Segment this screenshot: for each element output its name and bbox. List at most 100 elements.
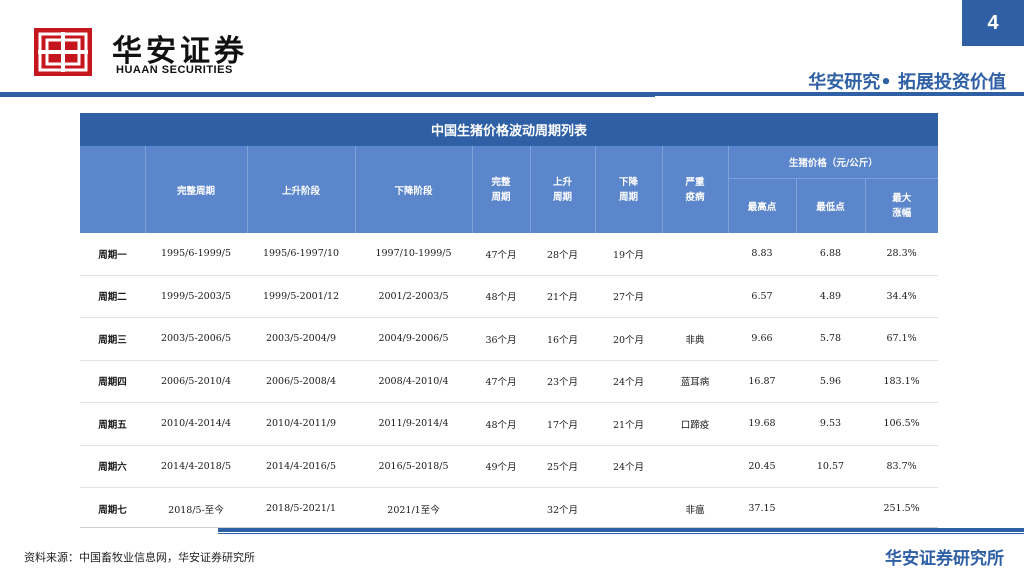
header-rise-period: 上升周期	[530, 146, 596, 233]
cell-rise-m: 17个月	[530, 402, 595, 446]
cell-full-m: 48个月	[472, 402, 530, 446]
cell-fall: 2008/4-2010/4	[355, 360, 472, 403]
cell-gain: 251.5%	[883, 503, 920, 515]
cell-fall-m	[595, 488, 662, 530]
cell-low: 10.57	[796, 445, 865, 488]
cell-fall-m: 24个月	[595, 360, 662, 403]
footer-brand: 华安证券研究所	[885, 549, 1004, 569]
cell-rise-m: 21个月	[530, 275, 595, 318]
cell-gain: 28.3%	[865, 233, 939, 276]
cell-fall: 2016/5-2018/5	[355, 445, 472, 488]
cell-fall-m: 19个月	[595, 233, 662, 276]
cell-disease: 非典	[662, 317, 728, 361]
cell-high: 9.66	[728, 317, 796, 361]
cell-full: 1995/6-1999/5	[145, 233, 247, 276]
cell-cycle: 周期五	[80, 402, 145, 446]
page-number: 4	[962, 0, 1024, 46]
cell-full: 2006/5-2010/4	[145, 360, 247, 403]
table-row: 周期五 2010/4-2014/4 2010/4-2011/9 2011/9-2014…	[80, 402, 939, 446]
cell-low: 6.88	[796, 233, 865, 276]
cell-rise: 2014/4-2016/5	[247, 445, 355, 488]
cell-cycle: 周期二	[80, 275, 145, 318]
cell-fall-m: 20个月	[595, 317, 662, 361]
cell-full: 2014/4-2018/5	[145, 445, 247, 488]
cell-low	[796, 488, 865, 530]
cell-disease	[662, 233, 728, 276]
cell-disease	[662, 445, 728, 488]
cell-fall: 1997/10-1999/5	[355, 233, 472, 276]
cell-gain: 67.1%	[865, 317, 939, 361]
cell-full-m: 49个月	[472, 445, 530, 488]
pig-price-cycle-table: 中国生猪价格波动周期列表 完整周期 上升阶段 下降阶段 完整周期 上升周期 下降…	[80, 113, 939, 530]
cell-cycle: 周期六	[80, 445, 145, 488]
cell-full: 2003/5-2006/5	[145, 317, 247, 361]
cell-high: 19.68	[728, 402, 796, 446]
cell-high: 16.87	[728, 360, 796, 403]
cell-rise-m: 28个月	[530, 233, 595, 276]
header-divider-thin	[0, 96, 655, 97]
cell-full-m: 36个月	[472, 317, 530, 361]
cell-disease: 蓝耳病	[662, 360, 728, 403]
header-fall-period: 下降周期	[595, 146, 663, 233]
huaan-logo-icon	[34, 28, 92, 76]
cell-rise-m: 23个月	[530, 360, 595, 403]
cell-high: 8.83	[728, 233, 796, 276]
cell-fall: 2004/9-2006/5	[355, 317, 472, 361]
cell-rise: 2010/4-2011/9	[247, 402, 355, 446]
header-min-price: 最低点	[796, 178, 866, 233]
cell-full-m: 48个月	[472, 275, 530, 318]
footer-divider-thin	[218, 533, 1024, 534]
cell-gain: 106.5%	[865, 402, 939, 446]
cell-rise: 1995/6-1997/10	[247, 233, 355, 276]
cell-disease	[662, 275, 728, 318]
cell-low: 5.78	[796, 317, 865, 361]
header-disease: 严重疫病	[662, 146, 729, 233]
cell-low: 5.96	[796, 360, 865, 403]
table-row: 周期一 1995/6-1999/5 1995/6-1997/10 1997/10-19…	[80, 233, 939, 276]
table-row: 周期二 1999/5-2003/5 1999/5-2001/12 2001/2-200…	[80, 275, 939, 318]
table-row: 周期三 2003/5-2006/5 2003/5-2004/9 2004/9-2006…	[80, 317, 939, 361]
cell-high: 37.15	[748, 503, 776, 515]
cell-gain: 183.1%	[865, 360, 939, 403]
brand-name-en: HUAAN SECURITIES	[116, 64, 233, 76]
cell-cycle: 周期三	[80, 317, 145, 361]
cell-fall: 2021/1至今	[387, 504, 440, 516]
cell-full: 2010/4-2014/4	[145, 402, 247, 446]
table-title: 中国生猪价格波动周期列表	[80, 113, 939, 146]
cell-fall-m: 27个月	[595, 275, 662, 318]
cell-fall: 2011/9-2014/4	[355, 402, 472, 446]
header-price-group: 生猪价格（元/公斤）	[728, 146, 939, 179]
cell-cycle: 周期一	[80, 233, 145, 276]
cell-disease: 口蹄疫	[662, 402, 728, 446]
cell-full-m: 47个月	[472, 233, 530, 276]
footer-divider	[218, 528, 1024, 532]
cell-rise-m: 16个月	[530, 317, 595, 361]
cell-full-m	[472, 488, 530, 530]
cell-full: 1999/5-2003/5	[145, 275, 247, 318]
source-note: 资料来源：中国畜牧业信息网，华安证券研究所	[24, 551, 255, 564]
cell-fall-m: 24个月	[595, 445, 662, 488]
cell-cycle: 周期七	[98, 504, 127, 516]
cell-low: 9.53	[796, 402, 865, 446]
cell-gain: 34.4%	[865, 275, 939, 318]
cell-rise-m: 32个月	[546, 504, 579, 516]
header-full-cycle: 完整周期	[145, 146, 248, 233]
table-row: 周期六 2014/4-2018/5 2014/4-2016/5 2016/5-2018…	[80, 445, 939, 488]
cell-rise: 2006/5-2008/4	[247, 360, 355, 403]
cell-high: 6.57	[728, 275, 796, 318]
cell-rise-m: 25个月	[530, 445, 595, 488]
cell-cycle: 周期四	[80, 360, 145, 403]
cell-fall-m: 21个月	[595, 402, 662, 446]
header-full-period: 完整周期	[472, 146, 531, 233]
cell-full-m: 47个月	[472, 360, 530, 403]
table-row: 周期七 2018/5-至今 2018/5-2021/1 2021/1至今 32个月 非瘟 3…	[80, 488, 938, 530]
cell-fall: 2001/2-2003/5	[355, 275, 472, 318]
table-row: 周期四 2006/5-2010/4 2006/5-2008/4 2008/4-2010…	[80, 360, 939, 403]
cell-gain: 83.7%	[865, 445, 939, 488]
cell-disease: 非瘟	[685, 504, 705, 516]
cell-rise: 2018/5-2021/1	[265, 503, 337, 515]
cell-high: 20.45	[728, 445, 796, 488]
header-fall-stage: 下降阶段	[355, 146, 473, 233]
header-rise-stage: 上升阶段	[247, 146, 356, 233]
cell-full: 2018/5-至今	[168, 504, 224, 516]
